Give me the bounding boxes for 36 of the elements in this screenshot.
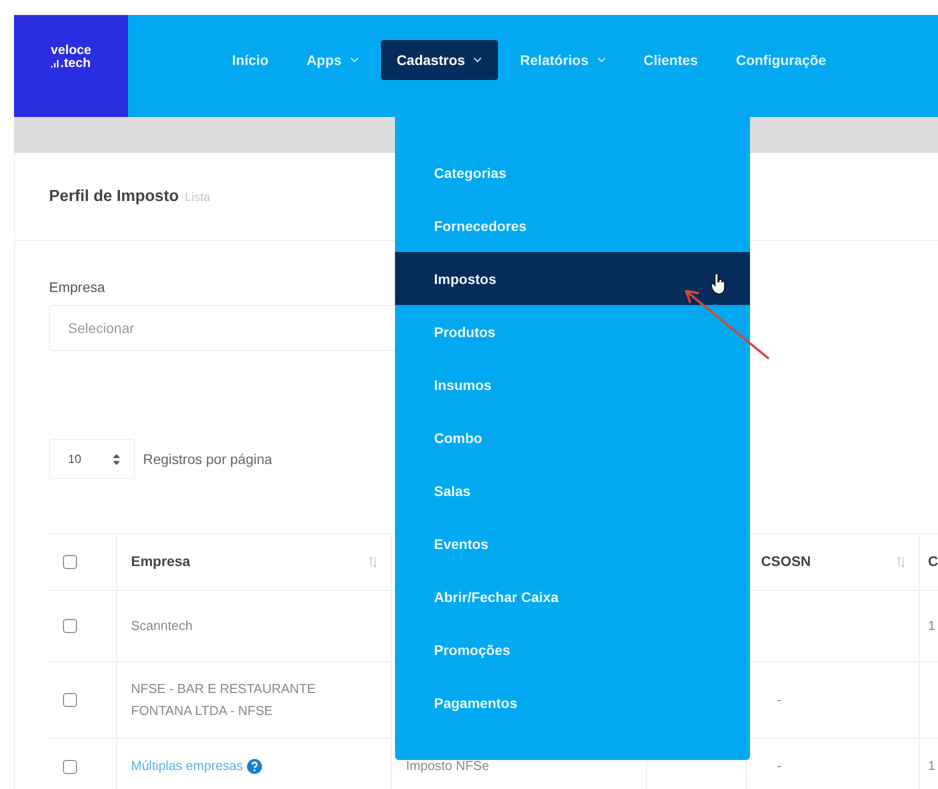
company-name: Scanntech <box>131 616 192 635</box>
company-name: NFSE - BAR E RESTAURANTE FONTANA LTDA - NFSE <box>131 680 316 720</box>
checkbox[interactable] <box>63 555 77 569</box>
field-label: Empresa <box>49 279 106 295</box>
column-header[interactable]: C <box>919 534 938 591</box>
menu-item[interactable]: Salas <box>395 464 750 517</box>
page-title: Perfil de Imposto <box>49 188 179 206</box>
table-cell: 1 <box>919 591 938 662</box>
menu-item[interactable]: Impostos <box>395 252 750 305</box>
nav-item[interactable]: Clientes <box>628 40 714 80</box>
chevron-down-icon <box>350 57 359 63</box>
checkbox[interactable] <box>63 760 77 774</box>
table-cell: 1 <box>919 739 938 789</box>
chevron-down-icon <box>596 57 606 63</box>
menu-item[interactable]: Combo <box>395 411 750 464</box>
page-size-label: Registros por página <box>143 451 272 467</box>
help-icon[interactable] <box>247 759 262 774</box>
nav-item[interactable]: Apps <box>290 40 375 80</box>
column-header[interactable]: Empresa <box>116 534 391 591</box>
nav-item[interactable]: Configuraçõe <box>720 40 842 80</box>
nav-item[interactable]: Cadastros <box>380 40 498 80</box>
menu-item[interactable]: Categorias <box>395 146 750 199</box>
company-link[interactable]: Múltiplas empresas <box>131 755 243 778</box>
hand-cursor-icon <box>711 273 727 295</box>
logo[interactable]: veloce .tech <box>14 15 128 117</box>
chevron-down-icon <box>473 57 482 63</box>
checkbox[interactable] <box>63 693 77 707</box>
checkbox[interactable] <box>63 619 77 633</box>
page-size-select[interactable]: 10 <box>49 439 135 479</box>
dots-icon <box>51 58 60 68</box>
page-subtitle: Lista <box>184 190 210 204</box>
menu-item[interactable]: Insumos <box>395 358 750 411</box>
nav-item[interactable]: Relatórios <box>504 40 622 80</box>
nav-item[interactable]: Início <box>216 40 285 80</box>
menu-item[interactable]: Fornecedores <box>395 199 750 252</box>
spinner-icon <box>113 454 120 464</box>
